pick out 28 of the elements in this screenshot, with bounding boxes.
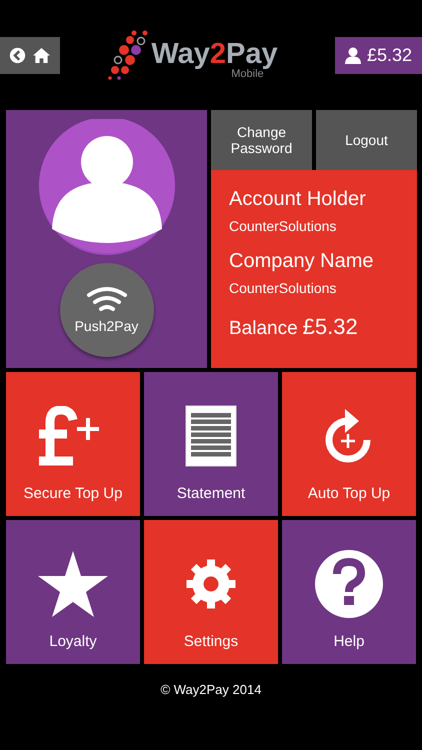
logo-dots-icon — [107, 30, 150, 80]
menu-tile[interactable]: Auto Top Up — [282, 372, 416, 516]
balance-button[interactable]: £5.32 — [335, 36, 422, 74]
menu-tile[interactable]: Statement — [144, 372, 278, 516]
field-label: Account Holder — [229, 188, 367, 211]
document-icon — [185, 405, 237, 467]
logo-text: Way2Pay — [151, 40, 278, 69]
home-icon — [32, 46, 51, 64]
menu-tile[interactable]: Secure Top Up — [6, 372, 140, 516]
balance-label: Balance — [229, 318, 298, 340]
menu-tile[interactable]: Loyalty — [6, 520, 140, 664]
user-icon — [344, 46, 361, 64]
push2pay-button[interactable]: Push2Pay — [60, 263, 154, 357]
wireless-icon — [84, 286, 128, 314]
action-button[interactable]: Change Password — [211, 110, 312, 170]
back-icon — [9, 46, 26, 64]
menu-tile[interactable]: Help — [282, 520, 416, 664]
field-value: CounterSolutions — [229, 218, 338, 234]
action-button[interactable]: Logout — [316, 110, 417, 170]
menu-tile[interactable]: Settings — [144, 520, 278, 664]
balance-value: £5.32 — [302, 314, 358, 340]
back-home-button[interactable] — [0, 36, 60, 74]
field-value: CounterSolutions — [229, 280, 338, 296]
help-icon — [315, 550, 383, 618]
logo-subtitle: Mobile — [231, 69, 264, 80]
field-label: Company Name — [229, 250, 375, 273]
copyright-text: © Way2Pay 2014 — [160, 682, 262, 697]
star-icon — [37, 550, 109, 618]
